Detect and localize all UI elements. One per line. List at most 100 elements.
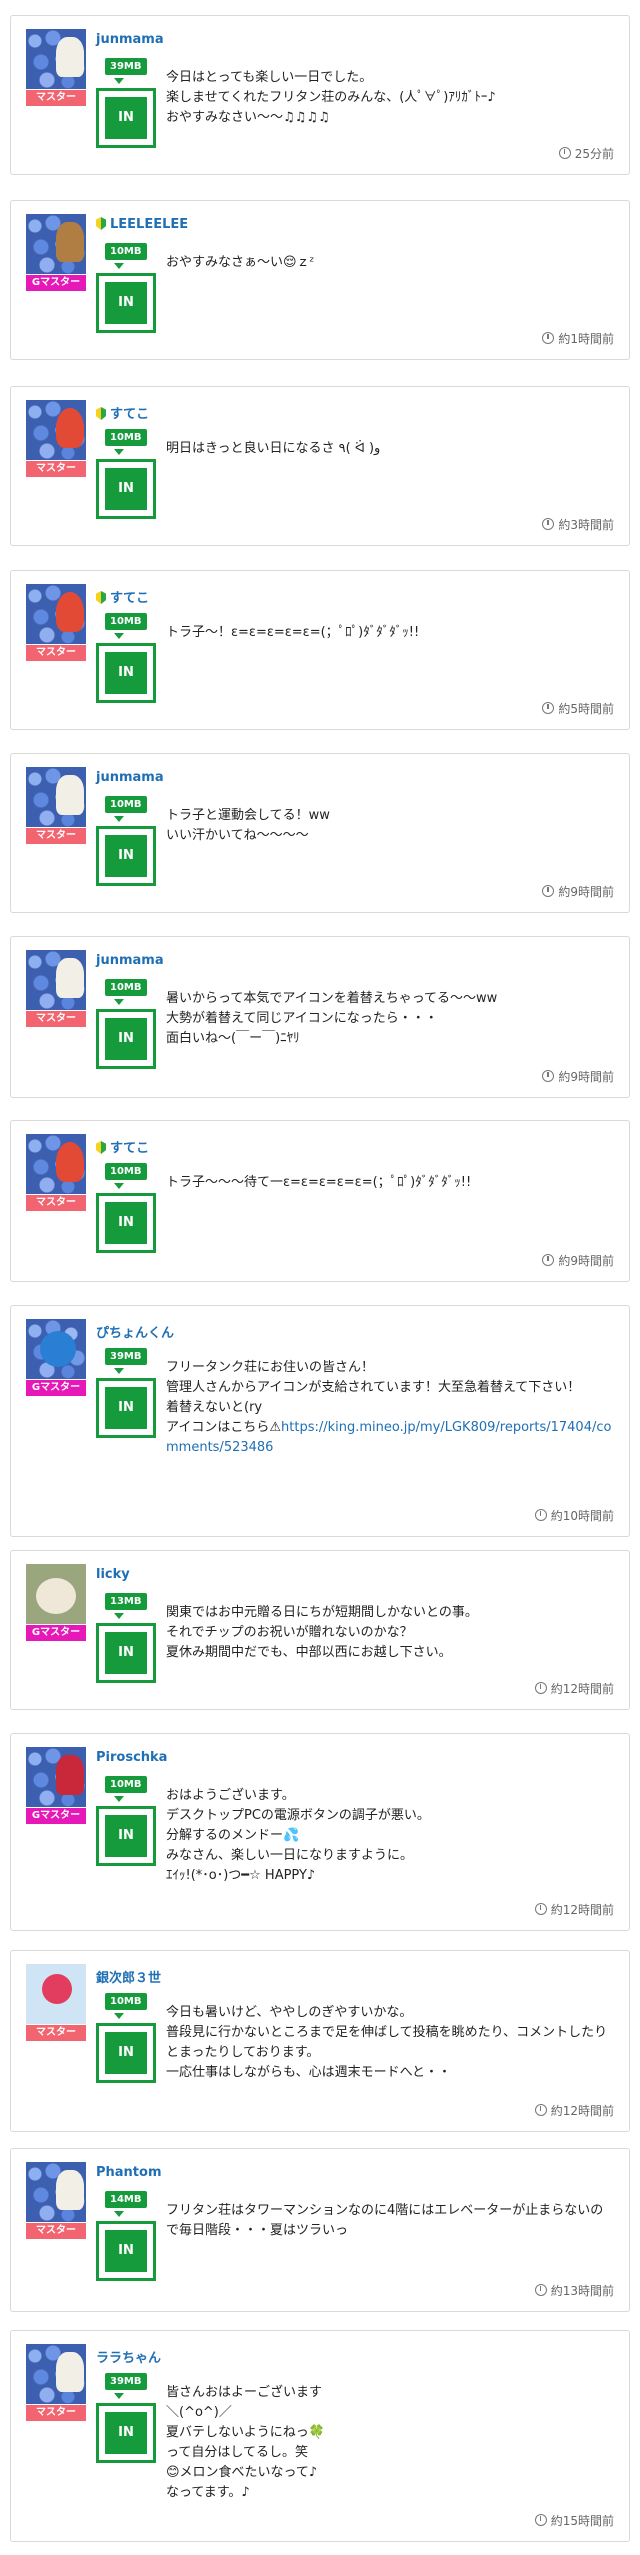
avatar[interactable] <box>26 2162 86 2222</box>
post-time: 約9時間前 <box>542 883 614 900</box>
arrow-down-icon <box>114 633 124 639</box>
avatar[interactable] <box>26 1319 86 1379</box>
avatar[interactable] <box>26 400 86 460</box>
post-card[interactable]: マスター すてこ 10MB IN トラ子〜〜〜待て一ε=ε=ε=ε=ε=(；ﾟﾛﾟ)ﾀﾞ… <box>10 1120 630 1282</box>
username-text: licky <box>96 1567 130 1582</box>
rank-badge: マスター <box>26 2405 86 2421</box>
post-card[interactable]: Gマスター LEELEELEE 10MB IN おやすみなさぁ〜い😌ｚᶻ 約1時間前 <box>10 200 630 360</box>
in-tank-icon: IN <box>96 2023 156 2083</box>
clock-icon <box>534 1903 547 1915</box>
in-label: IN <box>105 1202 147 1244</box>
post-time: 約5時間前 <box>542 700 614 717</box>
clock-icon <box>534 2104 547 2116</box>
post-time: 約1時間前 <box>542 330 614 347</box>
post-body: 暑いからって本気でアイコンを着替えちゃってる〜〜ww 大勢が着替えて同じアイコン… <box>166 991 498 1046</box>
arrow-down-icon <box>114 78 124 84</box>
avatar[interactable] <box>26 950 86 1010</box>
rank-badge: マスター <box>26 90 86 106</box>
post-time: 約12時間前 <box>534 2102 614 2119</box>
post-time: 約12時間前 <box>534 1901 614 1918</box>
post-time: 約9時間前 <box>542 1068 614 1085</box>
username-link[interactable]: ララちゃん <box>96 2347 161 2366</box>
post-card[interactable]: マスター junmama 39MB IN 今日はとっても楽しい一日でした。 楽しませてく… <box>10 15 630 175</box>
post-card[interactable]: マスター junmama 10MB IN 暑いからって本気でアイコンを着替えちゃってる〜… <box>10 936 630 1098</box>
post-card[interactable]: Gマスター ぴちょんくん 39MB IN フリータンク荘にお住いの皆さん！ 管理人さんか… <box>10 1305 630 1537</box>
post-body: 皆さんおはよーございます ＼(^o^)／ 夏バテしないようにねっ🍀 って自分はし… <box>166 2385 325 2500</box>
username-text: ララちゃん <box>96 2351 162 2366</box>
clock-icon <box>534 2284 547 2296</box>
time-text: 約15時間前 <box>550 2514 614 2528</box>
rank-badge: Gマスター <box>26 1808 86 1824</box>
in-tank-icon: IN <box>96 2221 156 2281</box>
username-link[interactable]: junmama <box>96 32 164 47</box>
beginner-mark-icon <box>96 407 106 420</box>
clock-icon <box>542 332 555 344</box>
avatar[interactable] <box>26 1964 86 2024</box>
post-time: 約13時間前 <box>534 2282 614 2299</box>
post-card[interactable]: マスター すてこ 10MB IN 明日はきっと良い日になるさ ٩( ᐛ )و 約3時間前 <box>10 386 630 546</box>
username-text: すてこ <box>110 591 150 606</box>
username-link[interactable]: すてこ <box>96 1137 149 1156</box>
username-link[interactable]: licky <box>96 1567 130 1582</box>
username-text: すてこ <box>110 407 150 422</box>
username-link[interactable]: すてこ <box>96 587 149 606</box>
data-amount-badge: 10MB <box>105 429 147 446</box>
avatar[interactable] <box>26 584 86 644</box>
username-text: LEELEELEE <box>110 217 189 232</box>
rank-badge: Gマスター <box>26 1625 86 1641</box>
time-text: 約3時間前 <box>558 518 614 532</box>
avatar[interactable] <box>26 29 86 89</box>
clock-icon <box>558 147 571 159</box>
username-link[interactable]: ぴちょんくん <box>96 1322 174 1341</box>
post-text: トラ子〜！ε=ε=ε=ε=ε=(；ﾟﾛﾟ)ﾀﾞﾀﾞﾀﾞｯ!! <box>166 623 616 643</box>
data-amount-badge: 39MB <box>105 58 147 75</box>
post-card[interactable]: マスター すてこ 10MB IN トラ子〜！ε=ε=ε=ε=ε=(；ﾟﾛﾟ)ﾀﾞﾀﾞﾀﾞ… <box>10 570 630 730</box>
post-card[interactable]: マスター ララちゃん 39MB IN 皆さんおはよーございます ＼(^o^)／ 夏バテし… <box>10 2330 630 2542</box>
data-amount-badge: 10MB <box>105 979 147 996</box>
data-amount-badge: 10MB <box>105 1993 147 2010</box>
avatar[interactable] <box>26 214 86 274</box>
username-link[interactable]: Phantom <box>96 2165 162 2180</box>
arrow-down-icon <box>114 1368 124 1374</box>
post-card[interactable]: Gマスター Piroschka 10MB IN おはようございます。 デスクトップPCの… <box>10 1733 630 1931</box>
time-text: 約1時間前 <box>558 332 614 346</box>
avatar[interactable] <box>26 1747 86 1807</box>
username-link[interactable]: すてこ <box>96 403 149 422</box>
time-text: 約5時間前 <box>558 702 614 716</box>
username-link[interactable]: LEELEELEE <box>96 217 188 232</box>
post-body: おはようございます。 デスクトップPCの電源ボタンの調子が悪い。 分解するのメン… <box>166 1788 430 1883</box>
username-link[interactable]: junmama <box>96 770 164 785</box>
in-tank-icon: IN <box>96 1806 156 1866</box>
post-text: おやすみなさぁ〜い😌ｚᶻ <box>166 253 616 273</box>
post-body: おやすみなさぁ〜い😌ｚᶻ <box>166 255 315 270</box>
in-label: IN <box>105 652 147 694</box>
post-card[interactable]: マスター Phantom 14MB IN フリタン荘はタワーマンションなのに4階にはエレ… <box>10 2148 630 2312</box>
rank-badge: マスター <box>26 2025 86 2041</box>
avatar[interactable] <box>26 1134 86 1194</box>
data-amount-badge: 10MB <box>105 1163 147 1180</box>
clock-icon <box>534 1682 547 1694</box>
arrow-down-icon <box>114 1796 124 1802</box>
in-label: IN <box>105 97 147 139</box>
post-body: トラ子〜〜〜待て一ε=ε=ε=ε=ε=(；ﾟﾛﾟ)ﾀﾞﾀﾞﾀﾞｯ!! <box>166 1175 472 1190</box>
clock-icon <box>534 1509 547 1521</box>
username-link[interactable]: Piroschka <box>96 1750 167 1765</box>
in-label: IN <box>105 2412 147 2454</box>
avatar[interactable] <box>26 767 86 827</box>
avatar[interactable] <box>26 1564 86 1624</box>
post-time: 約12時間前 <box>534 1680 614 1697</box>
post-card[interactable]: マスター junmama 10MB IN トラ子と運動会してる！ww いい汗かいてね〜〜… <box>10 753 630 913</box>
post-body: 今日も暑いけど、ややしのぎやすいかな。 普段見に行かないところまで足を伸ばして投… <box>166 2005 608 2080</box>
username-link[interactable]: junmama <box>96 953 164 968</box>
post-time: 約15時間前 <box>534 2512 614 2529</box>
arrow-down-icon <box>114 2211 124 2217</box>
avatar[interactable] <box>26 2344 86 2404</box>
username-link[interactable]: 銀次郎３世 <box>96 1967 161 1986</box>
in-tank-icon: IN <box>96 2403 156 2463</box>
post-card[interactable]: Gマスター licky 13MB IN 関東ではお中元贈る日にちが短期間しかないとの事。… <box>10 1550 630 1710</box>
time-text: 約9時間前 <box>558 1070 614 1084</box>
data-amount-badge: 13MB <box>105 1593 147 1610</box>
in-tank-icon: IN <box>96 1378 156 1438</box>
clock-icon <box>534 2514 547 2526</box>
post-card[interactable]: マスター 銀次郎３世 10MB IN 今日も暑いけど、ややしのぎやすいかな。 普段見に行… <box>10 1950 630 2132</box>
